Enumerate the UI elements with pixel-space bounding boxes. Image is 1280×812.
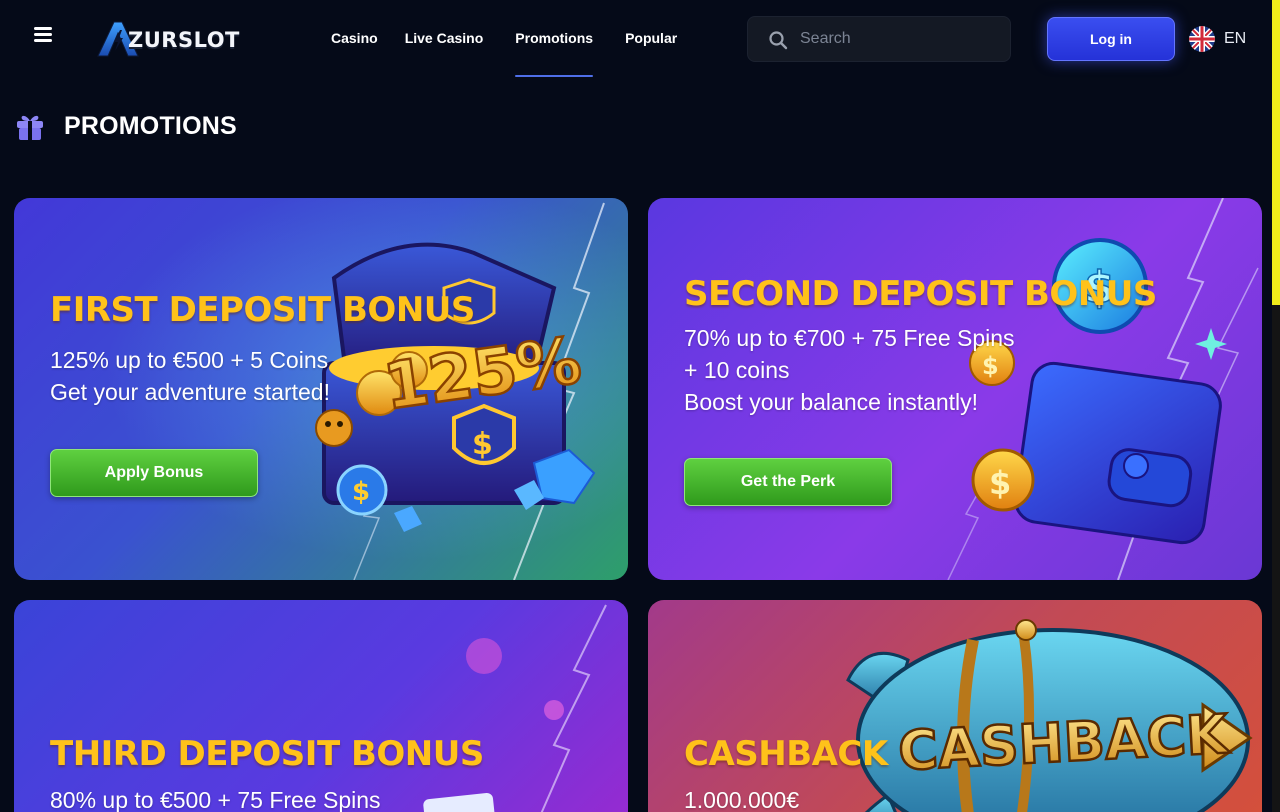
menu-icon[interactable] xyxy=(30,24,58,50)
language-label: EN xyxy=(1224,30,1247,47)
apply-bonus-button[interactable]: Apply Bonus xyxy=(50,449,258,497)
gift-icon xyxy=(17,115,43,140)
promo-content: THIRD DEPOSIT BONUS 80% up to €500 + 75 … xyxy=(50,734,484,812)
login-button[interactable]: Log in xyxy=(1047,17,1175,61)
nav-casino[interactable]: Casino xyxy=(331,0,378,78)
promo-line: 70% up to €700 + 75 Free Spins xyxy=(684,325,1015,351)
promo-title: CASHBACK xyxy=(684,734,888,774)
nav-promotions[interactable]: Promotions xyxy=(515,0,593,78)
svg-text:$: $ xyxy=(472,427,493,462)
search-input[interactable] xyxy=(800,17,1000,61)
section-title: PROMOTIONS xyxy=(14,109,237,143)
page-title: PROMOTIONS xyxy=(64,111,237,140)
promo-title: FIRST DEPOSIT BONUS xyxy=(50,290,475,330)
page-scrollbar[interactable] xyxy=(1272,0,1280,812)
promo-line: Get your adventure started! xyxy=(50,379,330,405)
promo-content: CASHBACK 1.000.000€ xyxy=(684,734,888,812)
promo-description: 125% up to €500 + 5 Coins Get your adven… xyxy=(50,344,475,408)
promo-description: 80% up to €500 + 75 Free Spins xyxy=(50,784,484,812)
uk-flag-icon xyxy=(1189,26,1215,52)
top-header: ZURSLOT Casino Live Casino Promotions Po… xyxy=(0,0,1272,78)
promo-content: FIRST DEPOSIT BONUS 125% up to €500 + 5 … xyxy=(50,290,475,497)
promo-line: 1.000.000€ xyxy=(684,787,800,812)
nav-popular[interactable]: Popular xyxy=(625,0,677,78)
promo-card-third-deposit[interactable]: THIRD DEPOSIT BONUS 80% up to €500 + 75 … xyxy=(14,600,628,812)
site-logo[interactable]: ZURSLOT xyxy=(96,20,266,60)
get-the-perk-button[interactable]: Get the Perk xyxy=(684,458,892,506)
search-icon[interactable] xyxy=(768,30,788,50)
main-nav: Casino Live Casino Promotions Popular xyxy=(331,0,709,78)
page: ZURSLOT Casino Live Casino Promotions Po… xyxy=(0,0,1280,812)
promo-card-cashback[interactable]: CASHBACK CASHBACK 1.000.000€ xyxy=(648,600,1262,812)
promo-description: 70% up to €700 + 75 Free Spins + 10 coin… xyxy=(684,322,1157,418)
search-box xyxy=(747,16,1011,62)
promo-title: SECOND DEPOSIT BONUS xyxy=(684,274,1157,314)
promo-card-second-deposit[interactable]: $ $ $ SECOND DEPOSIT BONUS 70% up to €70… xyxy=(648,198,1262,580)
promo-description: 1.000.000€ xyxy=(684,784,888,812)
promo-line: Boost your balance instantly! xyxy=(684,389,979,415)
promo-line: + 10 coins xyxy=(684,357,790,383)
language-selector[interactable]: EN xyxy=(1189,26,1246,52)
promo-card-first-deposit[interactable]: 125% $ $ FIRST DEPOSIT BONUS 125% up to … xyxy=(14,198,628,580)
promo-line: 80% up to €500 + 75 Free Spins xyxy=(50,787,381,812)
scrollbar-thumb[interactable] xyxy=(1272,0,1280,305)
logo-text: ZURSLOT xyxy=(128,28,240,52)
promo-title: THIRD DEPOSIT BONUS xyxy=(50,734,484,774)
promo-content: SECOND DEPOSIT BONUS 70% up to €700 + 75… xyxy=(684,274,1157,506)
promo-line: 125% up to €500 + 5 Coins xyxy=(50,347,329,373)
nav-live-casino[interactable]: Live Casino xyxy=(405,0,484,78)
